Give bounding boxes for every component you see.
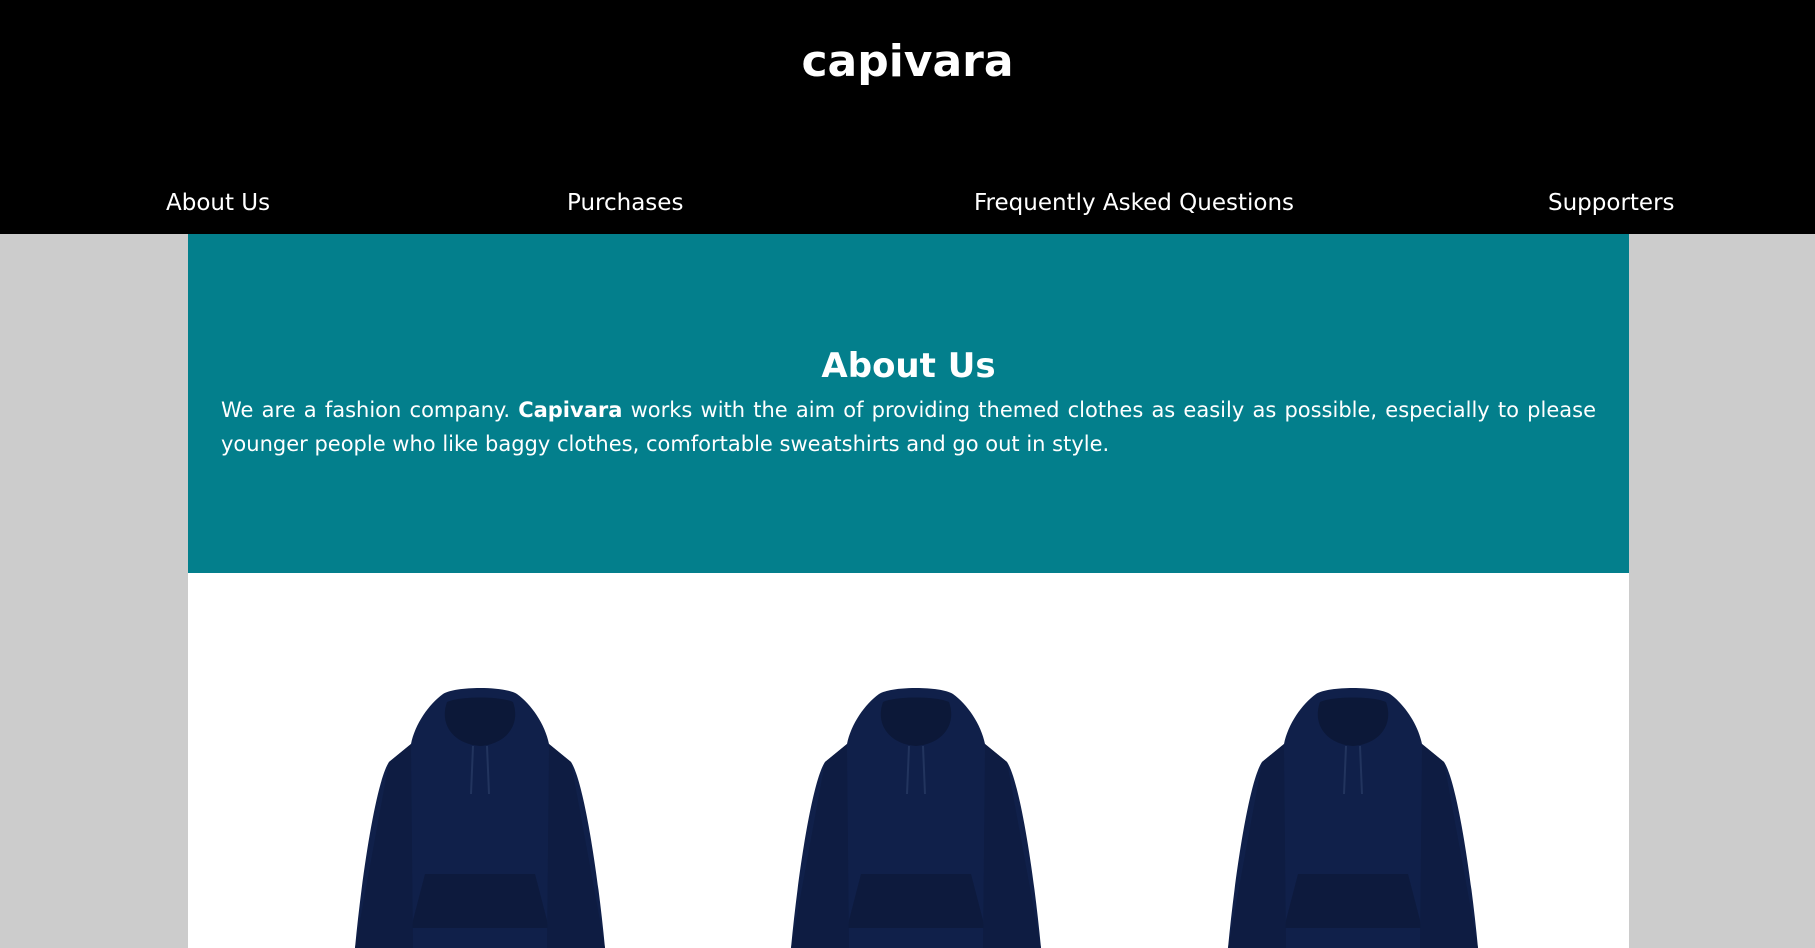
hoodie-icon bbox=[1228, 688, 1478, 948]
about-title: About Us bbox=[821, 346, 996, 386]
hoodie-icon bbox=[791, 688, 1041, 948]
brand-logo[interactable]: capivara bbox=[0, 36, 1815, 87]
about-text: We are a fashion company. Capivara works… bbox=[221, 393, 1596, 461]
nav-faq[interactable]: Frequently Asked Questions bbox=[974, 190, 1294, 222]
about-text-intro: We are a fashion company. bbox=[221, 398, 519, 422]
nav-supporters[interactable]: Supporters bbox=[1548, 190, 1675, 222]
product-card[interactable] bbox=[771, 684, 1061, 948]
product-card[interactable] bbox=[335, 684, 625, 948]
about-section: About Us We are a fashion company. Capiv… bbox=[188, 234, 1629, 573]
nav-about-us[interactable]: About Us bbox=[166, 190, 270, 222]
hoodie-icon bbox=[355, 688, 605, 948]
main-content: About Us We are a fashion company. Capiv… bbox=[188, 234, 1629, 948]
site-header: capivara About Us Purchases Frequently A… bbox=[0, 0, 1815, 234]
product-card[interactable] bbox=[1208, 684, 1498, 948]
about-brand-name: Capivara bbox=[518, 398, 623, 422]
nav-purchases[interactable]: Purchases bbox=[567, 190, 683, 222]
